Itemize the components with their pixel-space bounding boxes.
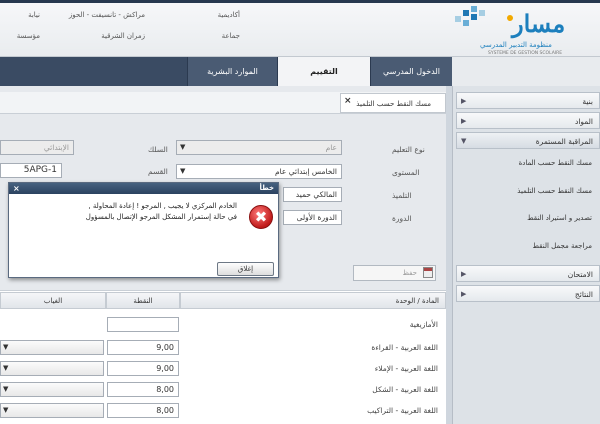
header-commune-value: زمران الشرقية	[101, 32, 145, 40]
logo-subtitle: منظومة التدبير المدرسي	[480, 41, 552, 49]
table-row-subject: اللغة العربية - الإملاء	[374, 364, 438, 373]
dialog-titlebar: خطأ ×	[9, 183, 278, 194]
sidebar-subitem-grades-by-student[interactable]: مسك النقط حسب التلميذ	[470, 181, 600, 201]
level-value: الخامس إبتدائي عام	[274, 167, 337, 176]
sidebar-subitem-review-grades[interactable]: مراجعة مجمل النقط	[470, 236, 600, 256]
sidebar-subitem-grades-by-subject[interactable]: مسك النقط حسب المادة	[470, 153, 600, 173]
sidebar-subitem-import-export[interactable]: تصدير و استيراد النقط	[470, 208, 600, 228]
sidebar-item-continuous-assessment[interactable]: المراقبة المستمرة ▼	[456, 132, 600, 149]
close-icon[interactable]: ×	[13, 183, 20, 194]
tab-evaluation[interactable]: التقييم	[277, 57, 370, 86]
dropdown-arrow-icon: ▼	[180, 143, 186, 151]
column-header-absence: الغياب	[0, 292, 106, 309]
grade-input[interactable]: 8,00	[107, 382, 179, 397]
dropdown-arrow-icon: ▼	[180, 167, 186, 175]
dropdown-arrow-icon: ▼	[3, 364, 9, 372]
absence-select[interactable]: ▼	[0, 403, 104, 418]
student-value: المالكي حميد	[295, 190, 337, 199]
type-label: نوع التعليم	[392, 145, 425, 154]
table-row-subject: اللغة العربية - القراءة	[371, 343, 438, 352]
tab-grades-by-student[interactable]: مسك النقط حسب التلميذ	[340, 93, 446, 113]
table-row-subject: الأمازيغية	[409, 320, 438, 329]
sidebar-item-label: المواد	[574, 117, 593, 126]
grade-input[interactable]: 8,00	[107, 403, 179, 418]
sidebar-item-structure[interactable]: بنية ▶	[456, 92, 600, 109]
type-select[interactable]: عام ▼	[176, 140, 342, 155]
calendar-icon[interactable]	[423, 267, 433, 278]
dialog-message: الخادم المركزي لا يجيب , المرجو ! إعادة …	[37, 201, 237, 223]
cycle-select[interactable]: الإبتدائي	[0, 140, 74, 155]
logo-text: مسار	[512, 9, 566, 38]
sidebar-item-label: المراقبة المستمرة	[535, 137, 593, 146]
header-academy-value: مراكش - تانسيفت - الحوز	[68, 11, 145, 19]
sidebar-top	[452, 57, 600, 86]
absence-select[interactable]: ▼	[0, 340, 104, 355]
logo-subtitle-fr: SYSTEME DE GESTION SCOLAIRE	[488, 51, 563, 56]
cycle-label: السلك	[148, 145, 168, 154]
column-header-subject: المادة / الوحدة	[180, 292, 446, 309]
grade-input[interactable]	[107, 317, 179, 332]
chevron-right-icon: ▶	[461, 290, 467, 298]
section-select[interactable]: 5APG-1	[0, 163, 62, 178]
close-icon[interactable]: ×	[344, 96, 352, 106]
section-label: القسم	[148, 167, 168, 176]
header-delegation-label: نيابة	[28, 11, 40, 19]
sidebar-item-label: بنية	[582, 97, 593, 106]
session-value: الدورة الأولى	[296, 213, 337, 222]
absence-select[interactable]: ▼	[0, 361, 104, 376]
student-select[interactable]: المالكي حميد	[283, 187, 342, 202]
chevron-right-icon: ▶	[461, 117, 467, 125]
error-icon: ✖	[249, 205, 273, 229]
sidebar-item-subjects[interactable]: المواد ▶	[456, 112, 600, 129]
session-select[interactable]: الدورة الأولى	[283, 210, 342, 225]
sidebar-item-exam[interactable]: الامتحان ▶	[456, 265, 600, 282]
session-label: الدورة	[392, 214, 412, 223]
tab-human-resources[interactable]: الموارد البشرية	[187, 57, 277, 86]
chevron-right-icon: ▶	[461, 270, 467, 278]
dialog-message-line: في حالة إستمرار المشكل المرجو الإتصال با…	[85, 213, 237, 221]
level-label: المستوى	[392, 168, 420, 177]
grade-input[interactable]: 9,00	[107, 340, 179, 355]
dropdown-arrow-icon: ▼	[3, 385, 9, 393]
cycle-value: الإبتدائي	[43, 143, 69, 152]
tab-school-entry[interactable]: الدخول المدرسي	[370, 57, 452, 86]
type-value: عام	[325, 143, 337, 152]
level-select[interactable]: الخامس إبتدائي عام ▼	[176, 164, 342, 179]
section-value: 5APG-1	[23, 165, 57, 175]
chevron-down-icon: ▼	[461, 137, 467, 145]
sidebar-item-label: الامتحان	[567, 270, 593, 279]
dropdown-arrow-icon: ▼	[3, 343, 9, 351]
header-commune-label: جماعة	[221, 32, 240, 40]
dialog-title: خطأ	[259, 184, 275, 192]
dialog-message-line: الخادم المركزي لا يجيب , المرجو ! إعادة …	[88, 202, 237, 210]
student-label: التلميذ	[392, 191, 412, 200]
table-row-subject: اللغة العربية - الشكل	[372, 385, 438, 394]
absence-select[interactable]: ▼	[0, 382, 104, 397]
grade-input[interactable]: 9,00	[107, 361, 179, 376]
chevron-right-icon: ▶	[461, 97, 467, 105]
header-academy-label: أكاديمية	[217, 11, 240, 19]
sidebar-item-results[interactable]: النتائج ▶	[456, 285, 600, 302]
sidebar-item-label: النتائج	[574, 290, 593, 299]
table-row-subject: اللغة العربية - التراكيب	[367, 406, 438, 415]
close-button[interactable]: إغلاق	[217, 262, 274, 276]
error-dialog: خطأ × ✖ الخادم المركزي لا يجيب , المرجو …	[8, 182, 279, 278]
dropdown-arrow-icon: ▼	[3, 406, 9, 414]
column-header-grade: النقطة	[106, 292, 180, 309]
header-school-label: مؤسسة	[16, 32, 40, 40]
